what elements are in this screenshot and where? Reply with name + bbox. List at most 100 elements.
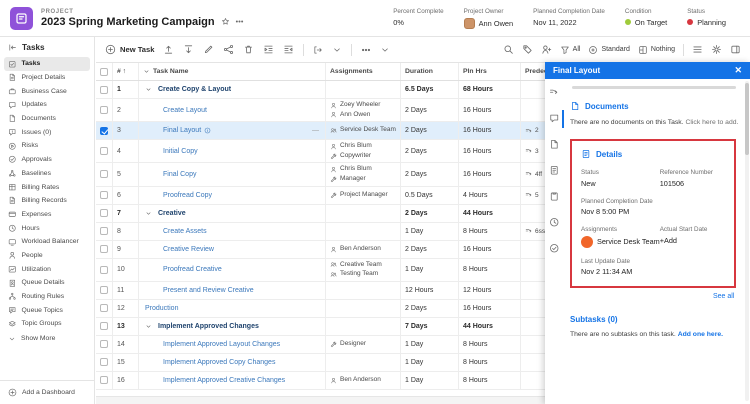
sidebar-item-queue-details[interactable]: Queue Details bbox=[4, 276, 90, 290]
view-control[interactable]: Standard bbox=[588, 45, 629, 55]
rail-pred-tab[interactable] bbox=[546, 84, 565, 102]
task-name-link[interactable]: Initial Copy bbox=[163, 148, 198, 155]
rail-page-tab[interactable] bbox=[546, 136, 565, 154]
more-h-icon[interactable] bbox=[235, 17, 244, 26]
promote-icon[interactable] bbox=[163, 44, 174, 55]
task-name-link[interactable]: Implement Approved Layout Changes bbox=[163, 341, 280, 348]
task-name-link[interactable]: Creative bbox=[145, 210, 186, 217]
filter-control[interactable]: All bbox=[560, 45, 581, 55]
row-checkbox[interactable] bbox=[100, 286, 108, 294]
tag-icon[interactable] bbox=[522, 44, 533, 55]
gear-icon[interactable] bbox=[711, 44, 722, 55]
export-icon[interactable] bbox=[313, 45, 323, 55]
info-icon[interactable] bbox=[204, 127, 211, 134]
assignment-user[interactable]: Chris Blum bbox=[330, 165, 372, 174]
indent-icon[interactable] bbox=[263, 44, 274, 55]
assignment-team[interactable]: Testing Team bbox=[330, 270, 378, 279]
row-checkbox[interactable] bbox=[100, 170, 108, 178]
details-section-header[interactable]: Details bbox=[581, 149, 725, 159]
task-name-link[interactable]: Implement Approved Creative Changes bbox=[163, 377, 285, 384]
share-icon[interactable] bbox=[223, 44, 234, 55]
sidebar-item-approvals[interactable]: Approvals bbox=[4, 153, 90, 167]
select-all-checkbox[interactable] bbox=[100, 68, 108, 76]
assign-icon[interactable] bbox=[541, 44, 552, 55]
row-checkbox[interactable] bbox=[100, 340, 108, 348]
sidebar-item-hours[interactable]: Hours bbox=[4, 221, 90, 235]
sidebar-item-billing-rates[interactable]: Billing Rates bbox=[4, 180, 90, 194]
row-checkbox[interactable] bbox=[100, 209, 108, 217]
detail-field-value[interactable]: +Add bbox=[660, 236, 726, 245]
row-checkbox[interactable] bbox=[100, 147, 108, 155]
assignment-user[interactable]: Chris Blum bbox=[330, 142, 372, 151]
row-checkbox[interactable] bbox=[100, 322, 108, 330]
rail-check-circle-tab[interactable] bbox=[546, 240, 565, 258]
assignment-user[interactable]: Ben Anderson bbox=[330, 245, 381, 254]
sidebar-item-billing-records[interactable]: Billing Records bbox=[4, 194, 90, 208]
task-name-link[interactable]: Implement Approved Changes bbox=[145, 323, 259, 330]
add-dashboard-button[interactable]: Add a Dashboard bbox=[0, 380, 94, 404]
sidebar-item-queue-topics[interactable]: Queue Topics bbox=[4, 303, 90, 317]
assignment-team[interactable]: Service Desk Team bbox=[330, 126, 396, 135]
documents-add-link[interactable]: Click here to add. bbox=[686, 119, 739, 126]
sidebar-item-routing-rules[interactable]: Routing Rules bbox=[4, 290, 90, 304]
column-header-task-name[interactable]: Task Name bbox=[139, 63, 326, 80]
task-name-link[interactable]: Final Layout bbox=[163, 127, 211, 134]
task-name-link[interactable]: Creative Review bbox=[163, 246, 214, 253]
row-checkbox[interactable] bbox=[100, 86, 108, 94]
assignment-user[interactable]: Zoey Wheeler bbox=[330, 101, 380, 110]
documents-section-header[interactable]: Documents bbox=[570, 101, 738, 111]
rail-bubble-tab[interactable] bbox=[546, 110, 565, 128]
task-name-link[interactable]: Create Copy & Layout bbox=[145, 86, 231, 93]
row-checkbox[interactable] bbox=[100, 106, 108, 114]
rail-clipboard-tab[interactable] bbox=[546, 188, 565, 206]
rail-note-tab[interactable] bbox=[546, 162, 565, 180]
subtasks-add-link[interactable]: Add one here. bbox=[678, 331, 723, 338]
new-task-button[interactable]: New Task bbox=[105, 44, 154, 55]
row-checkbox[interactable] bbox=[100, 127, 108, 135]
expand-chevron-icon[interactable] bbox=[145, 86, 152, 93]
chevron-down-icon[interactable] bbox=[332, 45, 342, 55]
row-checkbox[interactable] bbox=[100, 245, 108, 253]
back-icon[interactable] bbox=[8, 43, 17, 52]
task-name-link[interactable]: Proofread Copy bbox=[163, 192, 212, 199]
column-header-duration[interactable]: Duration bbox=[401, 63, 459, 80]
sidebar-item-expenses[interactable]: Expenses bbox=[4, 208, 90, 222]
sidebar-item-tasks[interactable]: Tasks bbox=[4, 57, 90, 71]
column-header-assignments[interactable]: Assignments bbox=[326, 63, 401, 80]
row-checkbox[interactable] bbox=[100, 358, 108, 366]
row-checkbox[interactable] bbox=[100, 304, 108, 312]
demote-icon[interactable] bbox=[183, 44, 194, 55]
sidebar-item-updates[interactable]: Updates bbox=[4, 98, 90, 112]
expand-chevron-icon[interactable] bbox=[145, 323, 152, 330]
assignment-role[interactable]: Designer bbox=[330, 340, 366, 349]
assignment-team[interactable]: Creative Team bbox=[330, 261, 382, 270]
sidebar-item-risks[interactable]: Risks bbox=[4, 139, 90, 153]
row-checkbox[interactable] bbox=[100, 191, 108, 199]
column-header-pln-hrs[interactable]: Pln Hrs bbox=[459, 63, 521, 80]
task-name-link[interactable]: Proofread Creative bbox=[163, 266, 222, 273]
row-drag-handle[interactable]: — bbox=[312, 127, 319, 134]
panel-icon[interactable] bbox=[730, 44, 741, 55]
see-all-link[interactable]: See all bbox=[574, 293, 734, 300]
row-checkbox[interactable] bbox=[100, 266, 108, 274]
more-h-icon[interactable] bbox=[361, 45, 371, 55]
row-checkbox[interactable] bbox=[100, 227, 108, 235]
sidebar-item-workload-balancer[interactable]: Workload Balancer bbox=[4, 235, 90, 249]
rail-clock-tab[interactable] bbox=[546, 214, 565, 232]
task-name-link[interactable]: Create Layout bbox=[163, 107, 207, 114]
close-icon[interactable]: ✕ bbox=[734, 66, 742, 75]
subtasks-title[interactable]: Subtasks (0) bbox=[570, 315, 738, 324]
assignment-user[interactable]: Ben Anderson bbox=[330, 376, 381, 385]
sidebar-item-people[interactable]: People bbox=[4, 249, 90, 263]
list-icon[interactable] bbox=[692, 44, 703, 55]
sidebar-item-utilization[interactable]: Utilization bbox=[4, 262, 90, 276]
sidebar-item-baselines[interactable]: Baselines bbox=[4, 167, 90, 181]
sidebar-item-documents[interactable]: Documents bbox=[4, 112, 90, 126]
task-name-link[interactable]: Final Copy bbox=[163, 171, 196, 178]
task-name-link[interactable]: Create Assets bbox=[163, 228, 207, 235]
sidebar-item-project-details[interactable]: Project Details bbox=[4, 71, 90, 85]
assignment-role[interactable]: Project Manager bbox=[330, 191, 388, 200]
column-header-number[interactable]: # ↑ bbox=[113, 63, 139, 80]
search-icon[interactable] bbox=[503, 44, 514, 55]
outdent-icon[interactable] bbox=[283, 44, 294, 55]
